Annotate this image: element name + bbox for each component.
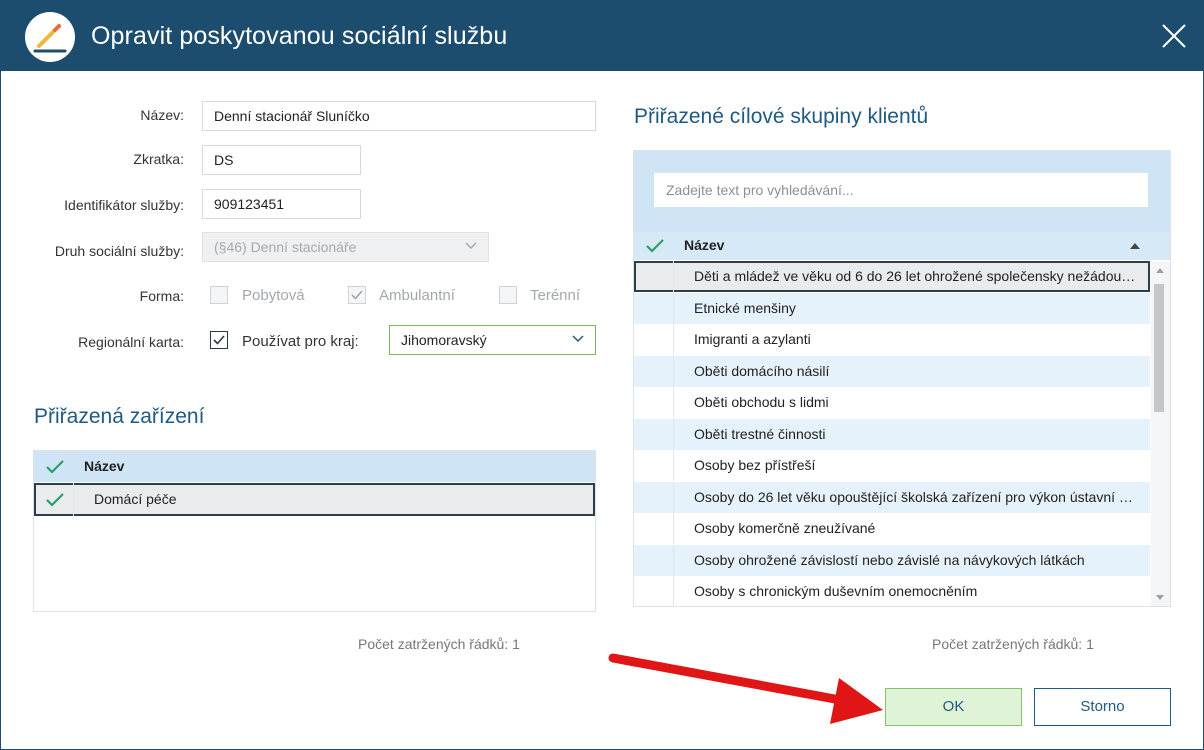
cancel-button[interactable]: Storno bbox=[1034, 688, 1171, 726]
title-bar: Opravit poskytovanou sociální službu bbox=[1, 1, 1203, 71]
region-select[interactable]: Jihomoravský bbox=[389, 325, 596, 355]
form-label: Forma: bbox=[139, 288, 184, 304]
table-row[interactable]: Oběti trestné činnosti bbox=[634, 418, 1150, 450]
checkbox-pobytova bbox=[210, 286, 228, 304]
service-type-value: (§46) Denní stacionáře bbox=[214, 239, 357, 255]
row-label: Oběti trestné činnosti bbox=[694, 425, 826, 442]
search-bar: Zadejte text pro vyhledávání... bbox=[634, 151, 1170, 232]
service-id-label: Identifikátor služby: bbox=[64, 197, 184, 213]
table-row[interactable]: Osoby bez přístřeší bbox=[634, 450, 1150, 481]
table-row[interactable]: Domácí péče bbox=[34, 483, 595, 516]
check-all-icon[interactable] bbox=[45, 459, 65, 475]
row-checkbox[interactable] bbox=[634, 387, 674, 418]
target-groups-grid: Zadejte text pro vyhledávání... Název Dě… bbox=[633, 150, 1171, 607]
checkbox-ambulantni bbox=[348, 286, 366, 304]
search-input[interactable]: Zadejte text pro vyhledávání... bbox=[654, 173, 1148, 207]
row-checkbox[interactable] bbox=[634, 324, 674, 355]
target-groups-grid-header: Název bbox=[634, 232, 1150, 260]
dialog-title: Opravit poskytovanou sociální službu bbox=[91, 22, 508, 50]
chevron-down-icon bbox=[572, 335, 584, 343]
regional-checkbox[interactable] bbox=[210, 331, 228, 349]
name-label: Název: bbox=[140, 107, 184, 123]
row-checkbox[interactable] bbox=[634, 450, 674, 481]
row-label: Domácí péče bbox=[94, 491, 177, 507]
abbr-input[interactable]: DS bbox=[202, 145, 361, 175]
check-icon bbox=[351, 290, 363, 300]
table-row[interactable]: Osoby ohrožené závislostí nebo závislé n… bbox=[634, 544, 1150, 576]
checkbox-pobytova-label: Pobytová bbox=[242, 287, 305, 304]
abbr-label: Zkratka: bbox=[133, 151, 184, 167]
edit-service-dialog: Opravit poskytovanou sociální službu Náz… bbox=[0, 0, 1204, 750]
target-groups-count: Počet zatržených řádků: 1 bbox=[932, 636, 1094, 652]
regional-label: Regionální karta: bbox=[78, 334, 184, 350]
table-row[interactable]: Imigranti a azylanti bbox=[634, 324, 1150, 355]
row-label: Osoby komerčně zneužívané bbox=[694, 520, 876, 536]
target-groups-title: Přiřazené cílové skupiny klientů bbox=[634, 105, 929, 128]
service-id-input[interactable]: 909123451 bbox=[202, 189, 361, 219]
ok-button[interactable]: OK bbox=[885, 688, 1022, 726]
check-icon bbox=[46, 493, 64, 507]
sort-ascending-icon[interactable] bbox=[1130, 243, 1140, 249]
table-row[interactable]: Osoby s chronickým duševním onemocněním bbox=[634, 576, 1150, 607]
row-checkbox[interactable] bbox=[634, 292, 674, 324]
row-label: Oběti obchodu s lidmi bbox=[694, 394, 829, 410]
row-checkbox[interactable] bbox=[634, 355, 674, 387]
target-groups-column-header[interactable]: Název bbox=[684, 237, 724, 253]
facilities-count: Počet zatržených řádků: 1 bbox=[358, 636, 520, 652]
row-checkbox[interactable] bbox=[634, 513, 674, 544]
table-row[interactable]: Osoby do 26 let věku opouštějící školská… bbox=[634, 481, 1150, 513]
row-checkbox[interactable] bbox=[34, 483, 74, 516]
row-label: Etnické menšiny bbox=[694, 299, 796, 316]
vertical-scrollbar[interactable] bbox=[1151, 262, 1170, 606]
annotation-arrow-icon bbox=[608, 653, 883, 724]
table-row[interactable]: Oběti domácího násilí bbox=[634, 355, 1150, 387]
service-type-label: Druh sociální služby: bbox=[54, 243, 184, 259]
scrollbar-thumb[interactable] bbox=[1154, 284, 1164, 412]
header-filler bbox=[1150, 232, 1170, 260]
row-label: Osoby ohrožené závislostí nebo závislé n… bbox=[694, 551, 1085, 568]
chevron-down-icon bbox=[465, 242, 477, 250]
checkbox-terenni-label: Terénní bbox=[530, 287, 581, 304]
region-value: Jihomoravský bbox=[401, 332, 487, 348]
row-checkbox[interactable] bbox=[634, 481, 674, 513]
row-label: Imigranti a azylanti bbox=[694, 331, 811, 347]
close-icon[interactable] bbox=[1157, 19, 1191, 53]
row-checkbox[interactable] bbox=[634, 261, 674, 292]
checkbox-ambulantni-label: Ambulantní bbox=[379, 287, 455, 304]
row-checkbox[interactable] bbox=[634, 576, 674, 607]
table-row[interactable]: Děti a mládež ve věku od 6 do 26 let ohr… bbox=[634, 261, 1150, 292]
facilities-grid: Název Domácí péče bbox=[33, 450, 596, 612]
table-row[interactable]: Oběti obchodu s lidmi bbox=[634, 387, 1150, 418]
facilities-column-header[interactable]: Název bbox=[84, 458, 124, 474]
table-row[interactable]: Osoby komerčně zneužívané bbox=[634, 513, 1150, 544]
checkbox-terenni bbox=[499, 286, 517, 304]
row-checkbox[interactable] bbox=[634, 544, 674, 576]
scroll-up-icon[interactable] bbox=[1156, 268, 1164, 273]
facilities-title: Přiřazená zařízení bbox=[34, 405, 205, 428]
row-label: Osoby s chronickým duševním onemocněním bbox=[694, 583, 978, 599]
table-row[interactable]: Etnické menšiny bbox=[634, 292, 1150, 324]
row-checkbox[interactable] bbox=[634, 418, 674, 450]
row-label: Osoby bez přístřeší bbox=[694, 457, 816, 473]
check-icon bbox=[213, 335, 225, 345]
row-label: Oběti domácího násilí bbox=[694, 362, 830, 379]
row-label: Osoby do 26 let věku opouštějící školská… bbox=[694, 488, 1136, 505]
check-all-icon[interactable] bbox=[645, 238, 665, 254]
scroll-down-icon[interactable] bbox=[1156, 595, 1164, 600]
name-input[interactable]: Denní stacionář Sluníčko bbox=[202, 101, 596, 131]
row-label: Děti a mládež ve věku od 6 do 26 let ohr… bbox=[694, 268, 1136, 284]
regional-checkbox-label[interactable]: Používat pro kraj: bbox=[242, 333, 359, 350]
service-type-select: (§46) Denní stacionáře bbox=[202, 232, 489, 262]
facilities-grid-header: Název bbox=[34, 451, 595, 482]
pencil-icon bbox=[25, 12, 75, 62]
